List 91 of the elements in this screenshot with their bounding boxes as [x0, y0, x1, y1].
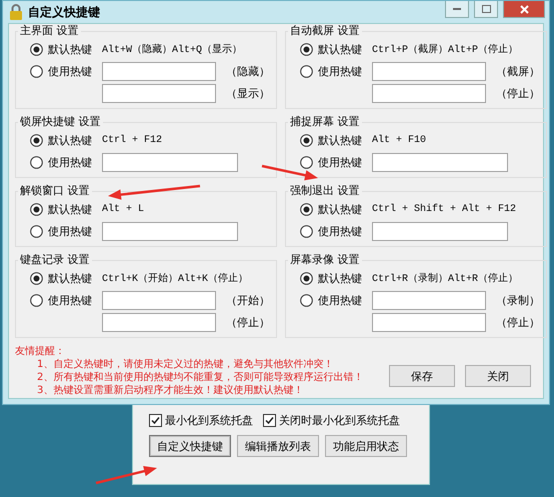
checkbox[interactable] [263, 414, 276, 427]
radio-label[interactable]: 使用热键 [48, 224, 92, 238]
group-title: 屏幕录像 设置 [289, 253, 360, 267]
radio-button[interactable] [30, 156, 43, 168]
checkbox[interactable] [149, 414, 162, 427]
radio-button[interactable] [300, 272, 313, 284]
panel-button[interactable]: 编辑播放列表 [237, 435, 319, 457]
radio-button[interactable] [300, 156, 313, 168]
field-label: （录制） [496, 292, 540, 308]
hotkey-field[interactable] [102, 62, 216, 80]
note-text: 1、自定义热键时，请使用未定义过的热键，避免与其他软件冲突！ [36, 358, 334, 371]
maximize-icon [482, 5, 490, 13]
hotkey-field[interactable] [372, 222, 508, 240]
note-heading: 友情提醒： [15, 345, 66, 358]
radio-button[interactable] [300, 294, 313, 306]
panel-button[interactable]: 自定义快捷键 [149, 435, 231, 457]
radio-label[interactable]: 默认热键 [318, 202, 362, 216]
radio-label[interactable]: 默认热键 [48, 270, 92, 286]
radio-button[interactable] [300, 224, 313, 238]
radio-label[interactable]: 默认热键 [48, 132, 92, 148]
radio-button[interactable] [30, 202, 43, 216]
field-label: （停止） [496, 314, 540, 330]
hotkey-field[interactable] [372, 152, 508, 172]
hotkey-text: Alt + F10 [372, 134, 426, 146]
group-title: 解锁窗口 设置 [19, 184, 90, 198]
group-title: 主界面 设置 [19, 24, 80, 38]
radio-label[interactable]: 默认热键 [48, 202, 92, 216]
radio-button[interactable] [30, 294, 43, 306]
group-title: 自动截屏 设置 [289, 24, 360, 38]
field-label: （截屏） [496, 64, 540, 78]
note-text: 3、热键设置需重新启动程序才能生效！建议使用默认热键！ [36, 384, 304, 397]
hotkey-field[interactable] [372, 62, 486, 80]
panel-button[interactable]: 功能启用状态 [325, 435, 407, 457]
hotkey-field[interactable] [372, 84, 486, 102]
close-icon [520, 4, 528, 14]
radio-button[interactable] [300, 42, 313, 56]
radio-label[interactable]: 使用热键 [48, 292, 92, 308]
radio-label[interactable]: 默认热键 [48, 42, 92, 56]
hotkey-field[interactable] [102, 222, 238, 240]
annotation-arrow [96, 466, 157, 484]
field-label: （开始） [226, 292, 270, 308]
field-label: （隐藏） [226, 64, 270, 78]
hotkey-field[interactable] [372, 312, 486, 332]
hotkey-text: Alt + L [102, 204, 144, 214]
radio-label[interactable]: 使用热键 [318, 224, 362, 238]
hotkey-text: Ctrl+K（开始）Alt+K（停止） [102, 272, 248, 285]
radio-label[interactable]: 使用热键 [48, 154, 92, 170]
radio-button[interactable] [30, 272, 43, 284]
hotkey-field[interactable] [102, 152, 238, 172]
field-label: （停止） [226, 314, 270, 330]
radio-button[interactable] [30, 64, 43, 78]
radio-button[interactable] [30, 42, 43, 56]
hotkey-field[interactable] [102, 84, 216, 102]
hotkey-text: Ctrl+P（截屏）Alt+P（停止） [372, 42, 518, 56]
group-title: 捕捉屏幕 设置 [289, 115, 360, 129]
radio-button[interactable] [300, 64, 313, 78]
hotkey-field[interactable] [102, 312, 216, 332]
group-title: 键盘记录 设置 [19, 253, 90, 267]
radio-button[interactable] [30, 224, 43, 238]
note-text: 2、所有热键和当前使用的热键均不能重复，否则可能导致程序运行出错！ [36, 371, 364, 384]
checkbox-label[interactable]: 最小化到系统托盘 [165, 413, 253, 428]
annotation-arrow [262, 164, 318, 180]
dialog-button[interactable]: 关闭 [465, 365, 531, 387]
radio-label[interactable]: 使用热键 [318, 64, 362, 78]
radio-button[interactable] [300, 134, 313, 146]
lock-icon [9, 4, 23, 20]
close-button[interactable] [503, 1, 545, 18]
radio-button[interactable] [30, 134, 43, 146]
field-label: （停止） [496, 86, 540, 100]
hotkey-text: Alt+W（隐藏）Alt+Q（显示） [102, 42, 242, 56]
radio-label[interactable]: 使用热键 [318, 154, 362, 170]
radio-label[interactable]: 默认热键 [318, 42, 362, 56]
radio-label[interactable]: 使用热键 [48, 64, 92, 78]
radio-label[interactable]: 使用热键 [318, 292, 362, 308]
radio-label[interactable]: 默认热键 [318, 132, 362, 148]
hotkey-field[interactable] [102, 290, 216, 310]
dialog-button[interactable]: 保存 [389, 365, 455, 387]
group-title: 锁屏快捷键 设置 [19, 115, 102, 129]
hotkey-text: Ctrl+R（录制）Alt+R（停止） [372, 272, 518, 285]
hotkey-text: Ctrl + Shift + Alt + F12 [372, 204, 516, 214]
minimize-button[interactable] [445, 1, 469, 18]
minimize-icon [453, 8, 461, 10]
radio-label[interactable]: 默认热键 [318, 270, 362, 286]
field-label: （显示） [226, 86, 270, 100]
window-title: 自定义快捷键 [28, 4, 101, 20]
hotkey-text: Ctrl + F12 [102, 134, 162, 146]
maximize-button[interactable] [474, 1, 498, 18]
checkbox-label[interactable]: 关闭时最小化到系统托盘 [279, 413, 400, 428]
radio-button[interactable] [300, 202, 313, 216]
hotkey-field[interactable] [372, 290, 486, 310]
group-title: 强制退出 设置 [289, 184, 360, 198]
